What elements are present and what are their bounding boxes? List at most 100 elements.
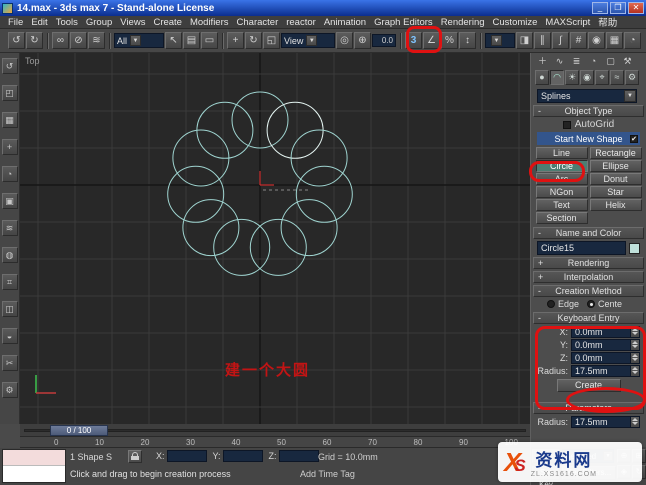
object-color-swatch[interactable] <box>629 242 640 254</box>
donut-button[interactable]: Donut <box>589 173 642 185</box>
text-button[interactable]: Text <box>535 199 588 211</box>
edge-radio[interactable] <box>546 300 555 308</box>
select-and-manipulate-icon[interactable]: ⊕ <box>354 32 371 49</box>
menu-file[interactable]: File <box>4 17 27 28</box>
menu-animation[interactable]: Animation <box>320 17 370 28</box>
line-button[interactable]: Line <box>535 147 588 159</box>
spinner-snap-icon[interactable]: ↕ <box>459 32 476 49</box>
snaps-toggle-icon[interactable]: 3 <box>405 32 422 49</box>
maximize-button[interactable]: ❐ <box>610 2 626 14</box>
start-new-shape-checkbox[interactable]: ✔ <box>630 134 638 143</box>
left-toolbar-icon-2[interactable]: ◰ <box>1 85 18 101</box>
rollout-parameters[interactable]: - Parameters <box>533 402 644 414</box>
macro-recorder-pane[interactable] <box>3 450 65 466</box>
menu-rendering[interactable]: Rendering <box>437 17 489 28</box>
select-and-link-icon[interactable]: ∞ <box>52 32 69 49</box>
time-slider[interactable]: 0 / 100 <box>20 424 530 437</box>
redo-icon[interactable]: ↻ <box>26 32 43 49</box>
menu-help[interactable]: 帮助 <box>594 15 621 29</box>
curve-editor-icon[interactable]: ∫ <box>552 32 569 49</box>
shape-category-dropdown[interactable]: Splines ▼ <box>537 89 637 103</box>
viewport-top[interactable]: Top 建一个大圆 <box>20 53 530 424</box>
menu-reactor[interactable]: reactor <box>282 17 320 28</box>
menu-views[interactable]: Views <box>116 17 149 28</box>
left-toolbar-icon-4[interactable]: + <box>1 139 18 155</box>
undo-icon[interactable]: ↺ <box>8 32 25 49</box>
material-editor-icon[interactable]: ◉ <box>588 32 605 49</box>
rollout-creation-method[interactable]: - Creation Method <box>533 285 644 297</box>
start-new-shape-button[interactable]: Start New Shape ✔ <box>537 132 640 145</box>
center-radio[interactable] <box>587 300 595 308</box>
listener-pane[interactable] <box>3 466 65 482</box>
reference-coordinate-dropdown[interactable]: View ▼ <box>281 33 335 48</box>
create-button[interactable]: Create <box>556 379 621 392</box>
tab-hierarchy[interactable]: ≣ <box>569 55 584 68</box>
left-toolbar-icon-10[interactable]: ◫ <box>1 301 18 317</box>
left-toolbar-icon-3[interactable]: ▦ <box>1 112 18 128</box>
tab-modify[interactable]: ∿ <box>552 55 567 68</box>
helix-button[interactable]: Helix <box>589 199 642 211</box>
x-input[interactable]: 0.0mm <box>571 325 640 338</box>
left-toolbar-icon-9[interactable]: ⌗ <box>1 274 18 290</box>
select-and-scale-icon[interactable]: ◱ <box>263 32 280 49</box>
offset-field[interactable]: 0.0 <box>372 34 396 47</box>
lights-icon[interactable]: ☀ <box>565 70 579 85</box>
helpers-icon[interactable]: ⌖ <box>595 70 609 85</box>
arc-button[interactable]: Arc <box>535 173 588 185</box>
selection-lock-icon[interactable] <box>128 450 142 463</box>
z-input[interactable]: 0.0mm <box>571 351 640 364</box>
rollout-keyboard-entry[interactable]: - Keyboard Entry <box>533 312 644 324</box>
angle-snap-icon[interactable]: ∠ <box>423 32 440 49</box>
radius-spinner[interactable] <box>630 365 639 376</box>
left-toolbar-icon-5[interactable]: ◔ <box>1 166 18 182</box>
left-toolbar-icon-13[interactable]: ⚙ <box>1 382 18 398</box>
select-and-rotate-icon[interactable]: ↻ <box>245 32 262 49</box>
object-name-field[interactable]: Circle15 <box>537 241 626 255</box>
maxscript-mini-listener[interactable] <box>2 449 66 483</box>
minimize-button[interactable]: _ <box>592 2 608 14</box>
status-x-field[interactable] <box>166 450 207 462</box>
quick-render-icon[interactable]: ◔ <box>624 32 641 49</box>
close-button[interactable]: ✕ <box>628 2 644 14</box>
autogrid-checkbox[interactable] <box>562 120 571 129</box>
section-button[interactable]: Section <box>535 212 588 224</box>
menu-customize[interactable]: Customize <box>489 17 542 28</box>
ellipse-button[interactable]: Ellipse <box>589 160 642 172</box>
select-and-move-icon[interactable]: + <box>227 32 244 49</box>
chevron-down-icon[interactable]: ▼ <box>624 90 636 102</box>
chevron-down-icon[interactable]: ▼ <box>306 35 318 46</box>
rollout-object-type[interactable]: - Object Type <box>533 105 644 117</box>
time-slider-handle[interactable]: 0 / 100 <box>50 425 108 436</box>
y-spinner[interactable] <box>630 339 639 350</box>
parameters-radius-spinner[interactable] <box>630 416 639 427</box>
mirror-icon[interactable]: ◨ <box>516 32 533 49</box>
rectangle-button[interactable]: Rectangle <box>589 147 642 159</box>
circle-button[interactable]: Circle <box>535 160 588 172</box>
menu-modifiers[interactable]: Modifiers <box>186 17 233 28</box>
left-toolbar-icon-11[interactable]: ◒ <box>1 328 18 344</box>
systems-icon[interactable]: ⚙ <box>625 70 639 85</box>
menu-maxscript[interactable]: MAXScript <box>541 17 594 28</box>
tab-motion[interactable]: ◔ <box>586 55 601 68</box>
viewport-label[interactable]: Top <box>25 56 40 66</box>
tab-utilities[interactable]: ⚒ <box>620 55 635 68</box>
menu-graph-editors[interactable]: Graph Editors <box>370 17 437 28</box>
left-toolbar-icon-6[interactable]: ▣ <box>1 193 18 209</box>
status-z-field[interactable] <box>278 450 319 462</box>
menu-edit[interactable]: Edit <box>27 17 51 28</box>
star-button[interactable]: Star <box>589 186 642 198</box>
rollout-rendering[interactable]: + Rendering <box>533 257 644 269</box>
geometry-icon[interactable]: ● <box>535 70 549 85</box>
ngon-button[interactable]: NGon <box>535 186 588 198</box>
named-selection-sets-dropdown[interactable]: ▼ <box>485 33 515 48</box>
select-by-name-icon[interactable]: ▤ <box>183 32 200 49</box>
render-scene-icon[interactable]: ▦ <box>606 32 623 49</box>
space-warps-icon[interactable]: ≈ <box>610 70 624 85</box>
use-center-icon[interactable]: ◎ <box>336 32 353 49</box>
left-toolbar-icon-12[interactable]: ✂ <box>1 355 18 371</box>
left-toolbar-icon-7[interactable]: ≋ <box>1 220 18 236</box>
unlink-selection-icon[interactable]: ⊘ <box>70 32 87 49</box>
menu-group[interactable]: Group <box>82 17 116 28</box>
select-object-icon[interactable]: ↖ <box>165 32 182 49</box>
chevron-down-icon[interactable]: ▼ <box>491 35 502 46</box>
